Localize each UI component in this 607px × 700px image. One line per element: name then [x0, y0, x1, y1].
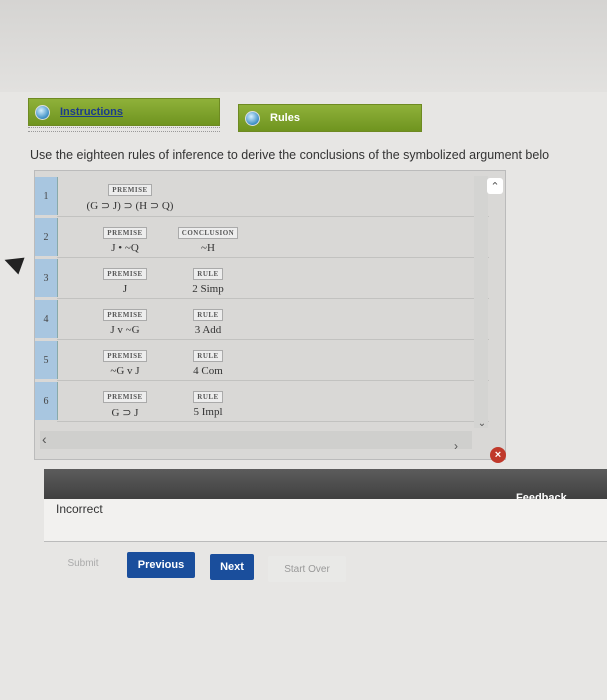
rule-value: 2 Simp [192, 283, 224, 295]
rule-cell[interactable]: RULE 4 Com [175, 345, 241, 377]
row-divider [57, 298, 489, 299]
proof-row: 5 PREMISE ~G v J RULE 4 Com [35, 341, 489, 381]
premise-tag: PREMISE [103, 391, 147, 403]
proof-panel: 1 PREMISE (G ⊃ J) ⊃ (H ⊃ Q) 2 PREMISE J … [34, 170, 506, 460]
feedback-box [44, 499, 607, 542]
proof-row: 2 PREMISE J • ~Q CONCLUSION ~H [35, 218, 489, 258]
chevron-down-icon[interactable]: ⌄ [474, 418, 490, 432]
premise-value: J v ~G [110, 324, 140, 336]
tab-instructions-label: Instructions [60, 106, 123, 118]
rule-tag: RULE [193, 268, 223, 280]
globe-icon [245, 110, 260, 126]
row-divider [57, 216, 489, 217]
premise-cell[interactable]: PREMISE J [85, 263, 165, 295]
row-divider [57, 380, 489, 381]
premise-tag: PREMISE [108, 184, 152, 196]
tab-instructions[interactable]: Instructions [28, 98, 220, 126]
row-divider [57, 421, 489, 422]
tab-rules-label: Rules [270, 112, 300, 124]
conclusion-tag: CONCLUSION [177, 227, 239, 239]
proof-row: 3 PREMISE J RULE 2 Simp [35, 259, 489, 299]
previous-button[interactable]: Previous [127, 552, 195, 578]
line-number: 3 [35, 259, 58, 297]
rule-cell[interactable]: RULE 2 Simp [175, 263, 241, 295]
premise-value: ~G v J [110, 365, 140, 377]
rule-tag: RULE [193, 309, 223, 321]
rule-tag: RULE [193, 391, 223, 403]
proof-row: 1 PREMISE (G ⊃ J) ⊃ (H ⊃ Q) [35, 177, 489, 217]
premise-cell[interactable]: PREMISE G ⊃ J [85, 386, 165, 419]
premise-tag: PREMISE [103, 227, 147, 239]
chevron-left-icon[interactable]: ‹ [42, 431, 47, 447]
chevron-right-icon[interactable]: › [454, 439, 458, 453]
line-number: 2 [35, 218, 58, 256]
instruction-text: Use the eighteen rules of inference to d… [30, 148, 550, 162]
tab-rules[interactable]: Rules [238, 104, 422, 132]
rule-value: 3 Add [194, 324, 222, 336]
horizontal-scrollbar[interactable] [40, 431, 472, 449]
globe-icon [35, 104, 50, 120]
row-divider [57, 257, 489, 258]
line-number: 6 [35, 382, 58, 420]
premise-tag: PREMISE [103, 309, 147, 321]
tab-underline [28, 127, 220, 132]
premise-cell[interactable]: PREMISE J v ~G [85, 304, 165, 336]
rule-cell[interactable]: RULE 3 Add [175, 304, 241, 336]
proof-row: 6 PREMISE G ⊃ J RULE 5 Impl [35, 382, 489, 422]
conclusion-value: ~H [201, 242, 215, 254]
premise-cell[interactable]: PREMISE ~G v J [85, 345, 165, 377]
submit-button[interactable]: Submit [58, 550, 108, 576]
premise-value: J [122, 283, 128, 295]
rule-value: 5 Impl [193, 406, 223, 418]
line-number: 5 [35, 341, 58, 379]
close-x-icon[interactable]: × [490, 447, 506, 463]
rule-tag: RULE [193, 350, 223, 362]
mouse-cursor-icon [1, 251, 25, 275]
rule-value: 4 Com [193, 365, 223, 377]
chevron-up-icon[interactable]: ⌃ [487, 178, 503, 194]
premise-value: G ⊃ J [111, 407, 139, 419]
premise-cell[interactable]: PREMISE (G ⊃ J) ⊃ (H ⊃ Q) [65, 179, 195, 212]
line-number: 4 [35, 300, 58, 338]
rule-cell[interactable]: RULE 5 Impl [175, 386, 241, 418]
premise-tag: PREMISE [103, 350, 147, 362]
premise-cell[interactable]: PREMISE J • ~Q [85, 222, 165, 254]
feedback-text: Incorrect [56, 502, 103, 516]
vertical-scrollbar[interactable] [474, 176, 488, 428]
page-header-area [0, 0, 607, 92]
next-button[interactable]: Next [210, 554, 254, 580]
premise-value: (G ⊃ J) ⊃ (H ⊃ Q) [86, 200, 174, 212]
line-number: 1 [35, 177, 58, 215]
conclusion-cell[interactable]: CONCLUSION ~H [171, 222, 245, 254]
start-over-button[interactable]: Start Over [268, 556, 346, 582]
premise-value: J • ~Q [111, 242, 139, 254]
proof-row: 4 PREMISE J v ~G RULE 3 Add [35, 300, 489, 340]
premise-tag: PREMISE [103, 268, 147, 280]
row-divider [57, 339, 489, 340]
